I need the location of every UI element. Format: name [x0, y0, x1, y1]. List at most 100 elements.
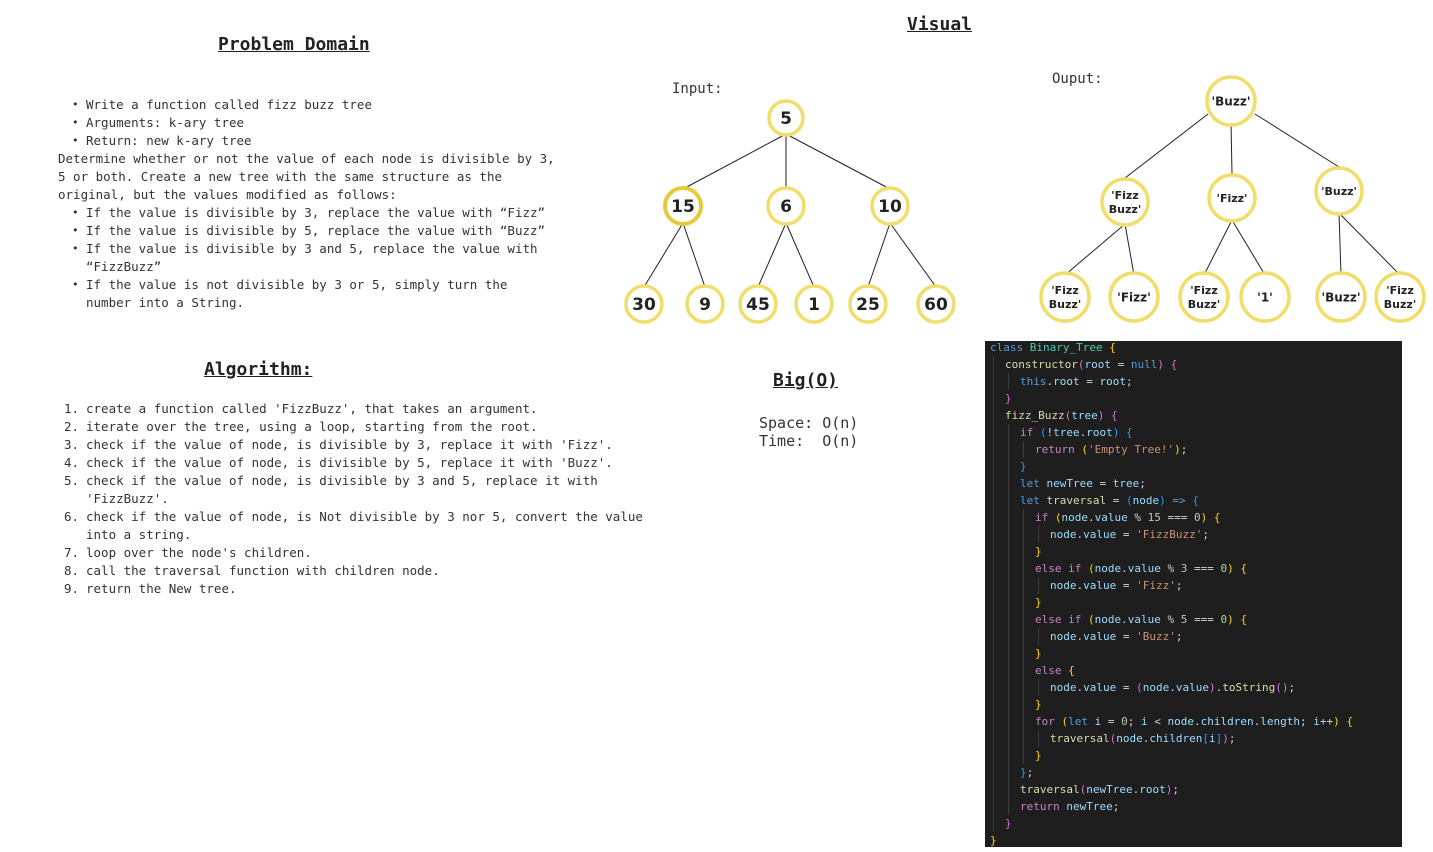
step-line: call the traversal function with childre… [86, 563, 440, 578]
step-line: iterate over the tree, using a loop, sta… [86, 419, 538, 434]
step-number: 4. [64, 455, 80, 470]
tree-edge [1124, 223, 1135, 276]
indent-guide [1008, 441, 1009, 458]
code-line: } [1035, 594, 1042, 611]
code-token: 0 [1194, 511, 1201, 524]
code-editor: class Binary_Tree {constructor(root = nu… [985, 341, 1402, 847]
indent-guide [1008, 781, 1009, 798]
indent-guide [993, 458, 994, 475]
step-line: check if the value of node, is divisible… [86, 473, 598, 488]
indent-guide [1008, 747, 1009, 764]
tree-edge [889, 222, 937, 288]
code-token: node [1167, 715, 1195, 728]
code-token: 'Empty Tree!' [1087, 443, 1175, 456]
code-token: children [1149, 732, 1203, 745]
code-token: tree [1112, 477, 1140, 490]
indent-guide [993, 424, 994, 441]
code-token: value [1127, 613, 1168, 626]
indent-guide [993, 798, 994, 815]
code-token: = [1117, 358, 1131, 371]
algorithm-step: 6. check if the value of node, is Not div… [58, 508, 698, 544]
output-tree: 'Buzz''FizzBuzz''FizzBuzz''Fizz''Fizz''F… [1039, 75, 1426, 323]
algorithm-step: 1. create a function called 'FizzBuzz', t… [58, 400, 698, 418]
code-token: ) [1157, 358, 1171, 371]
code-line: return newTree; [1020, 798, 1119, 815]
indent-guide [993, 764, 994, 781]
code-line: } [1035, 747, 1042, 764]
code-token: newTree [1046, 477, 1100, 490]
code-token: { [1109, 341, 1116, 354]
indent-guide [1023, 509, 1024, 526]
code-token: { [1213, 511, 1221, 524]
tree-node: 10 [870, 186, 910, 226]
tree-node: 'FizzBuzz' [1178, 271, 1230, 323]
step-line: loop over the node's children. [86, 545, 312, 560]
code-line: class Binary_Tree { [990, 341, 1116, 356]
code-token: ( [1081, 443, 1088, 456]
node-label: 'Fizz [1190, 284, 1217, 297]
node-label: 10 [878, 197, 902, 217]
indent-guide [1023, 696, 1024, 713]
code-token: newTree [1086, 783, 1133, 796]
code-token: i [1208, 732, 1216, 745]
code-token: ; [1299, 715, 1314, 728]
indent-guide [1008, 594, 1009, 611]
space-complexity: Space: O(n) [759, 414, 858, 432]
code-token: let [1020, 477, 1047, 490]
indent-guide [1023, 577, 1024, 594]
tree-node: 1 [794, 284, 834, 324]
code-token: value [1094, 511, 1135, 524]
code-token: = [1122, 630, 1137, 643]
indent-guide [993, 628, 994, 645]
space-label: Space: [759, 414, 814, 432]
indent-guide [1008, 560, 1009, 577]
indent-guide [1008, 424, 1009, 441]
step-number: 1. [64, 401, 80, 416]
code-token: ) [1112, 426, 1126, 439]
code-token: % [1167, 613, 1181, 626]
node-label: 'Buzz' [1211, 94, 1250, 108]
node-label: 60 [924, 295, 948, 315]
indent-guide [1023, 441, 1024, 458]
code-token: ) [1159, 494, 1173, 507]
indent-guide [993, 781, 994, 798]
code-line: } [1020, 458, 1027, 475]
code-token: 'Buzz' [1136, 630, 1176, 643]
indent-guide [993, 645, 994, 662]
code-line: else if (node.value % 5 === 0) { [1035, 611, 1247, 628]
indent-guide [1008, 577, 1009, 594]
indent-guide [1008, 492, 1009, 509]
code-token: value [1083, 681, 1123, 694]
code-token: i [1141, 715, 1155, 728]
indent-guide [1038, 577, 1039, 594]
code-token: ; [1180, 443, 1188, 456]
code-token: ) [1227, 562, 1241, 575]
code-token: ; [1175, 579, 1183, 592]
code-token: = [1107, 715, 1122, 728]
tree-node: 'Buzz' [1315, 271, 1367, 323]
code-token: node [1142, 681, 1170, 694]
code-line: node.value = 'Fizz'; [1050, 577, 1183, 594]
indent-guide [1008, 696, 1009, 713]
indent-guide [1023, 730, 1024, 747]
tree-edge [757, 222, 787, 288]
indent-guide [1008, 475, 1009, 492]
code-line: return ('Empty Tree!'); [1035, 441, 1187, 458]
code-line: } [1035, 645, 1042, 662]
node-label: 'Fizz' [1117, 290, 1151, 304]
node-label: 'Fizz [1051, 284, 1078, 297]
code-token: traversal [1050, 732, 1110, 745]
code-token: 0 [1121, 715, 1128, 728]
indent-guide [993, 577, 994, 594]
code-token: { [1192, 494, 1199, 507]
tree-edge [1230, 121, 1233, 175]
indent-guide [1023, 611, 1024, 628]
code-token: node [1050, 681, 1077, 694]
indent-guide [1023, 679, 1024, 696]
code-token: . [1169, 681, 1176, 694]
code-token: . [1194, 715, 1201, 728]
tree-node: 25 [848, 284, 888, 324]
indent-guide [1023, 594, 1024, 611]
indent-guide [1008, 628, 1009, 645]
code-line: else { [1035, 662, 1075, 679]
